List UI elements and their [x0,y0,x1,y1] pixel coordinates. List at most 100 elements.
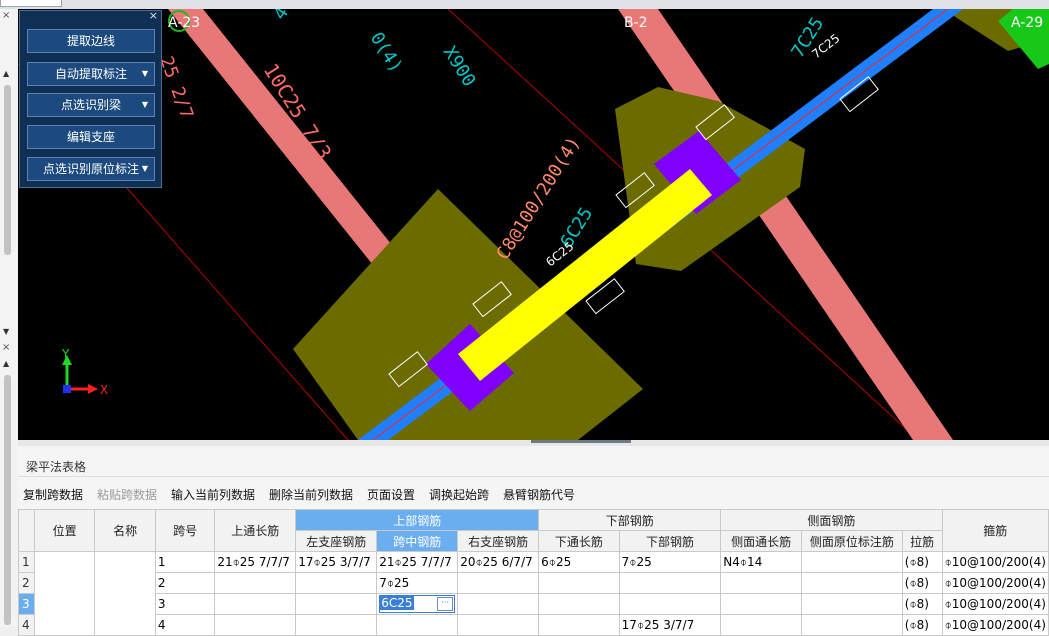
cell-bottom-bars[interactable] [618,593,722,615]
cell-left-support[interactable]: 17⌽25 3/7/7 [295,551,378,573]
cell-side-through[interactable]: N4⌽14 [720,551,802,573]
cell-side-through[interactable] [720,614,802,636]
cell-name[interactable] [94,551,156,636]
cell-side-original[interactable] [800,614,903,636]
cell-top-through[interactable]: 21⌽25 7/7/7 [214,551,297,573]
copy-span-data-button[interactable]: 复制跨数据 [23,486,83,503]
cell-position[interactable] [33,551,96,636]
scroll-up-icon[interactable]: ▲ [3,69,9,78]
pick-identify-beam-button[interactable]: 点选识别梁 ▼ [27,93,155,117]
table-row[interactable]: 3 3 6C25 ··· (⌽8) ⌽10@100/200(4) [18,593,1049,615]
cell-stirrup[interactable]: ⌽10@100/200(4) [941,593,1049,615]
row-number[interactable]: 4 [18,614,35,636]
cantilever-code-button[interactable]: 悬臂钢筋代号 [503,486,575,503]
input-column-data-button[interactable]: 输入当前列数据 [171,486,255,503]
pick-identify-original-annotation-button[interactable]: 点选识别原位标注 ▼ [27,157,155,181]
scrollbar-thumb[interactable] [4,375,11,625]
cell-tie[interactable]: (⌽8) [901,593,943,615]
swap-start-span-button[interactable]: 调换起始跨 [429,486,489,503]
row-number[interactable]: 1 [18,551,35,573]
table-row[interactable]: 4 4 17⌽25 3/7/7 (⌽8) ⌽10@100/200(4) [18,614,1049,636]
col-header-stirrup[interactable]: 箍筋 [941,509,1049,552]
cell-editor[interactable]: 6C25 ··· [379,595,456,613]
cell-stirrup[interactable]: ⌽10@100/200(4) [941,551,1049,573]
cell-side-original[interactable] [800,593,903,615]
cell-side-original[interactable] [800,551,903,573]
delete-column-data-button[interactable]: 删除当前列数据 [269,486,353,503]
edit-support-button[interactable]: 编辑支座 [27,125,155,149]
cell-top-through[interactable] [214,614,297,636]
cell-side-original[interactable] [800,572,903,594]
cell-left-support[interactable] [295,614,378,636]
document-tab[interactable] [0,0,62,7]
cell-bottom-bars[interactable]: 17⌽25 3/7/7 [618,614,722,636]
cell-bottom-through[interactable]: 6⌽25 [538,551,620,573]
chevron-down-icon[interactable]: ▼ [142,94,148,116]
col-header-bottom-bars[interactable]: 下部钢筋 [618,530,722,552]
cad-canvas[interactable]: A-23 B-2 A-29 10C25 7/3 25 2/7 C8@100/20… [18,9,1049,440]
cell-bottom-through[interactable] [538,593,620,615]
col-header-name[interactable]: 名称 [94,509,156,552]
auto-extract-annotation-button[interactable]: 自动提取标注 ▼ [27,62,155,86]
col-header-bottom-through[interactable]: 下通长筋 [538,530,620,552]
cell-side-through[interactable] [720,593,802,615]
chevron-down-icon[interactable]: ▼ [142,158,148,180]
close-icon[interactable]: × [2,10,10,21]
col-header-span-no[interactable]: 跨号 [154,509,216,552]
cell-editor-text[interactable]: 6C25 [380,596,414,610]
cell-right-support[interactable] [457,593,540,615]
cell-span[interactable]: 1 [154,551,216,573]
cell-top-through[interactable] [214,593,297,615]
close-icon[interactable]: × [2,342,10,353]
col-group-bottom-rebar[interactable]: 下部钢筋 [538,509,722,531]
cell-stirrup[interactable]: ⌽10@100/200(4) [941,572,1049,594]
col-group-top-rebar[interactable]: 上部钢筋 [295,509,540,531]
cell-bottom-bars[interactable]: 7⌽25 [618,551,722,573]
col-header-top-through[interactable]: 上通长筋 [214,509,297,552]
col-header-right-support[interactable]: 右支座钢筋 [457,530,540,552]
cell-tie[interactable]: (⌽8) [901,572,943,594]
paste-span-data-button[interactable]: 粘贴跨数据 [97,486,157,503]
cell-mid-span[interactable] [376,614,459,636]
cell-mid-span-editing[interactable]: 6C25 ··· [376,593,459,615]
close-icon[interactable]: × [149,9,158,22]
page-setup-button[interactable]: 页面设置 [367,486,415,503]
table-row[interactable]: 2 2 7⌽25 (⌽8) ⌽10@100/200(4) [18,572,1049,594]
cell-bottom-through[interactable] [538,572,620,594]
col-header-tie[interactable]: 拉筋 [901,530,943,552]
cell-right-support[interactable] [457,614,540,636]
cell-left-support[interactable] [295,572,378,594]
cell-left-support[interactable] [295,593,378,615]
scroll-up-icon[interactable]: ▲ [3,359,9,368]
cell-stirrup[interactable]: ⌽10@100/200(4) [941,614,1049,636]
table-row[interactable]: 1 1 21⌽25 7/7/7 17⌽25 3/7/7 21⌽25 7/7/7 … [18,551,1049,636]
cell-tie[interactable]: (⌽8) [901,551,943,573]
cell-right-support[interactable]: 20⌽25 6/7/7 [457,551,540,573]
cell-span[interactable]: 2 [154,572,216,594]
chevron-down-icon[interactable]: ▼ [142,63,148,85]
extract-edge-button[interactable]: 提取边线 [27,29,155,53]
col-group-side-rebar[interactable]: 侧面钢筋 [720,509,943,531]
cell-bottom-bars[interactable] [618,572,722,594]
cell-mid-span[interactable]: 21⌽25 7/7/7 [376,551,459,573]
cell-top-through[interactable] [214,572,297,594]
col-header-mid-span[interactable]: 跨中钢筋 [376,530,459,552]
ellipsis-icon[interactable]: ··· [437,597,454,611]
left-rail: × ▲ ▼ × ▲ [0,9,19,627]
cell-span[interactable]: 3 [154,593,216,615]
row-number[interactable]: 3 [18,593,35,615]
cell-right-support[interactable] [457,572,540,594]
cell-side-through[interactable] [720,572,802,594]
cell-tie[interactable]: (⌽8) [901,614,943,636]
col-header-left-support[interactable]: 左支座钢筋 [295,530,378,552]
col-header-side-original[interactable]: 侧面原位标注筋 [800,530,903,552]
cell-span[interactable]: 4 [154,614,216,636]
col-header-position[interactable]: 位置 [33,509,96,552]
splitter-grip[interactable] [531,440,631,443]
row-number[interactable]: 2 [18,572,35,594]
cell-bottom-through[interactable] [538,614,620,636]
col-header-side-through[interactable]: 侧面通长筋 [720,530,802,552]
scroll-down-icon[interactable]: ▼ [3,327,9,336]
scrollbar-thumb[interactable] [4,85,11,255]
cell-mid-span[interactable]: 7⌽25 [376,572,459,594]
